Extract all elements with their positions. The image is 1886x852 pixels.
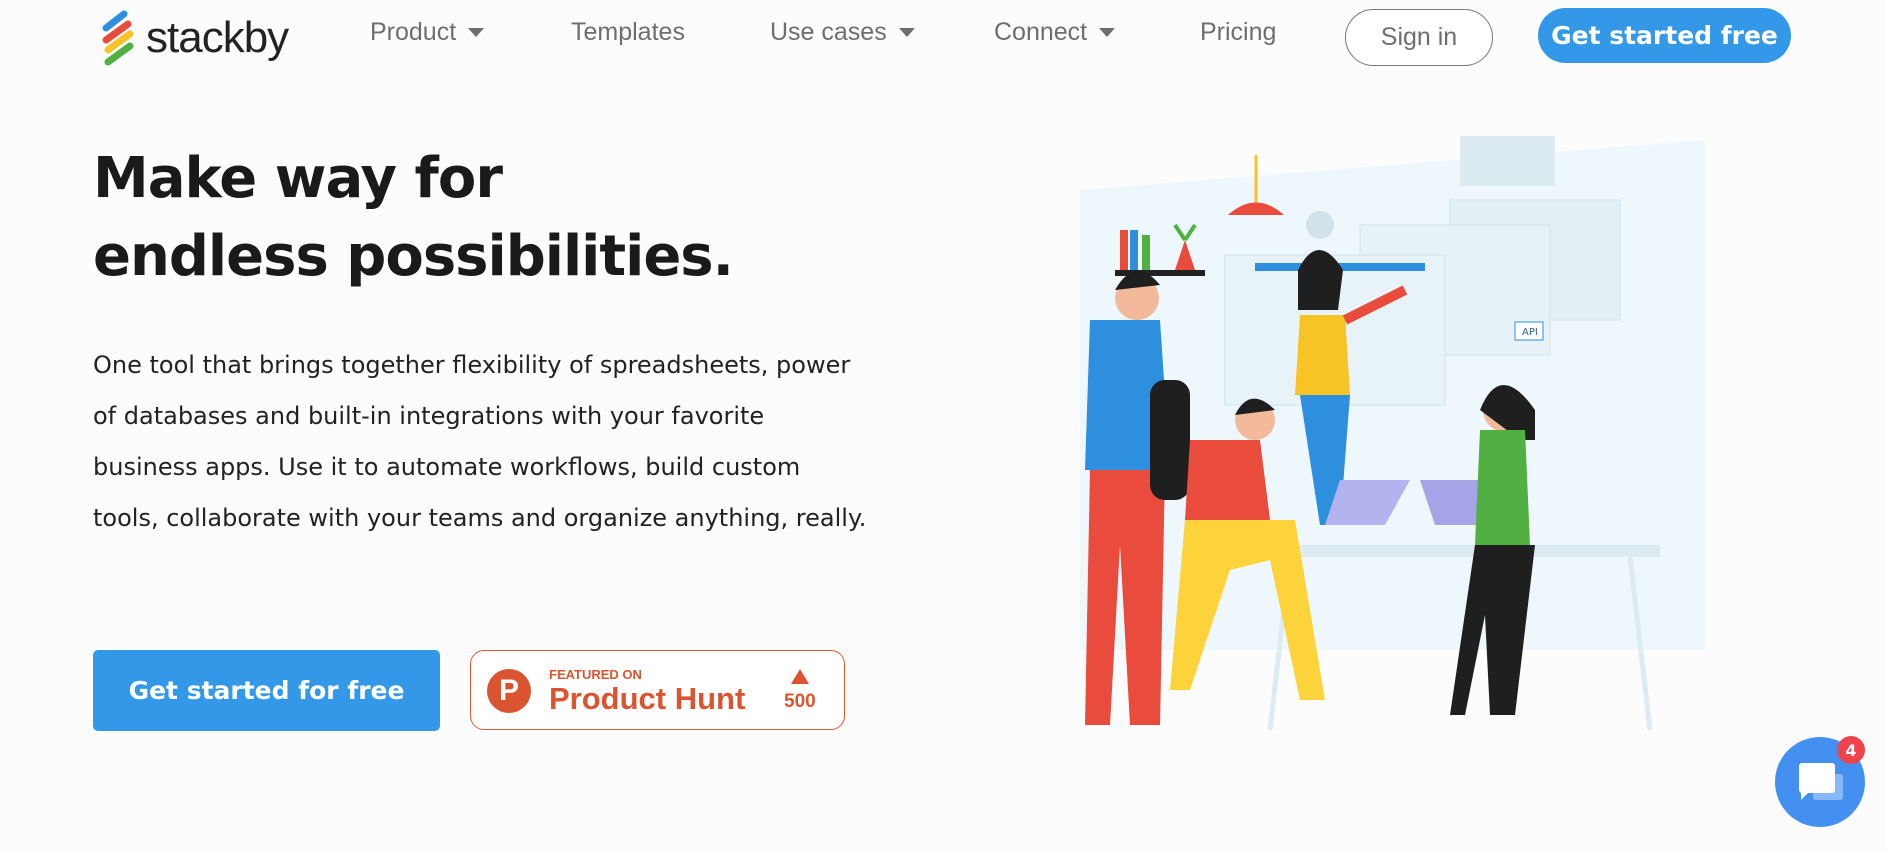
desk: [1260, 545, 1660, 557]
hero-illustration: API: [1080, 136, 1705, 731]
nav-label: Use cases: [770, 18, 887, 46]
caret-down-icon: [898, 28, 915, 37]
window-card-icon: [1460, 136, 1555, 186]
nav-label: Connect: [994, 18, 1088, 46]
nav-label: Templates: [571, 18, 685, 46]
nav-label: Pricing: [1200, 18, 1277, 46]
stackby-logo-icon: [102, 10, 134, 66]
get-started-free-button[interactable]: Get started free: [1538, 8, 1791, 63]
nav-use-cases[interactable]: Use cases: [770, 18, 915, 47]
unread-count-badge: 4: [1837, 736, 1865, 764]
product-hunt-name: Product Hunt: [549, 681, 746, 716]
logo-text: stackby: [146, 13, 289, 62]
nav-pricing[interactable]: Pricing: [1200, 18, 1276, 47]
hero-description: One tool that brings together flexibilit…: [93, 351, 867, 532]
nav-product[interactable]: Product: [370, 18, 485, 47]
caret-down-icon: [1099, 28, 1116, 37]
office-chair: [1150, 380, 1190, 500]
nav-templates[interactable]: Templates: [571, 18, 685, 47]
hero-headline: Make way for endless possibilities.: [93, 146, 734, 289]
upvote-count: 500: [784, 691, 816, 712]
sign-in-button[interactable]: Sign in: [1345, 9, 1493, 66]
get-started-for-free-button[interactable]: Get started for free: [93, 650, 440, 731]
upvote-arrow-icon: [791, 669, 809, 684]
caret-down-icon: [468, 28, 485, 37]
nav-connect[interactable]: Connect: [994, 18, 1116, 47]
api-label: API: [1522, 327, 1538, 338]
product-hunt-logo-icon: P: [487, 669, 531, 713]
stackby-logo[interactable]: stackby: [100, 10, 289, 66]
product-hunt-badge[interactable]: P FEATURED ON Product Hunt 500: [470, 650, 845, 730]
featured-on-label: FEATURED ON: [549, 667, 642, 682]
gear-icon: [1306, 211, 1334, 239]
nav-label: Product: [370, 18, 457, 46]
